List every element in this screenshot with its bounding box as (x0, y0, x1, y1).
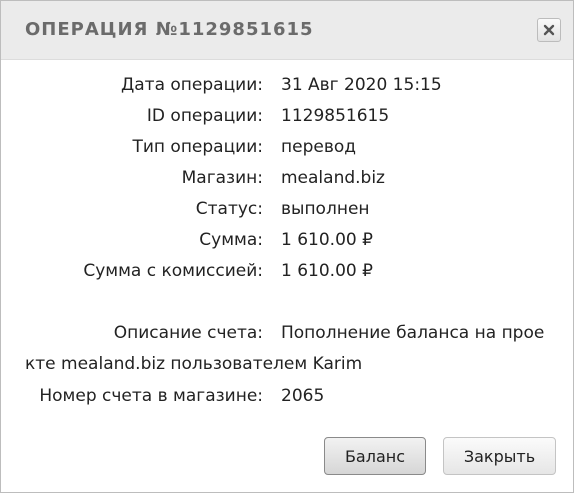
id-value: 1129851615 (281, 106, 390, 126)
balance-button[interactable]: Баланс (324, 437, 426, 475)
row-type: Тип операции: перевод (1, 137, 574, 161)
amount-fee-label: Сумма с комиссией: (83, 261, 263, 281)
dialog-titlebar: ОПЕРАЦИЯ №1129851615 (1, 1, 573, 60)
shop-value: mealand.biz (281, 168, 385, 188)
row-amount-with-fee: Сумма с комиссией: 1 610.00 ₽ (1, 261, 574, 285)
amount-label: Сумма: (199, 230, 263, 250)
row-invoice: Номер счета в магазине: 2065 (1, 386, 574, 410)
close-button[interactable] (537, 18, 561, 42)
amount-value: 1 610.00 ₽ (281, 230, 373, 250)
type-label: Тип операции: (132, 137, 263, 157)
type-value: перевод (281, 137, 356, 157)
row-status: Статус: выполнен (1, 199, 574, 223)
description-line-2: кте mealand.biz пользователем Karim (25, 354, 363, 374)
invoice-label: Номер счета в магазине: (39, 386, 263, 406)
status-label: Статус: (195, 199, 263, 219)
close-dialog-button[interactable]: Закрыть (443, 437, 556, 475)
row-date: Дата операции: 31 Авг 2020 15:15 (1, 75, 574, 99)
row-description: Описание счета: Пополнение баланса на пр… (1, 323, 574, 347)
date-value: 31 Авг 2020 15:15 (281, 75, 442, 95)
operation-dialog: ОПЕРАЦИЯ №1129851615 Дата операции: 31 А… (0, 0, 574, 493)
status-value: выполнен (281, 199, 370, 219)
row-amount: Сумма: 1 610.00 ₽ (1, 230, 574, 254)
date-label: Дата операции: (120, 75, 263, 95)
id-label: ID операции: (146, 106, 263, 126)
amount-fee-value: 1 610.00 ₽ (281, 261, 373, 281)
close-icon (543, 21, 555, 40)
row-shop: Магазин: mealand.biz (1, 168, 574, 192)
invoice-value: 2065 (281, 386, 325, 406)
row-id: ID операции: 1129851615 (1, 106, 574, 130)
shop-label: Магазин: (181, 168, 263, 188)
dialog-title: ОПЕРАЦИЯ №1129851615 (25, 19, 314, 40)
description-line-1: Пополнение баланса на прое (281, 323, 545, 343)
description-label: Описание счета: (113, 323, 263, 343)
